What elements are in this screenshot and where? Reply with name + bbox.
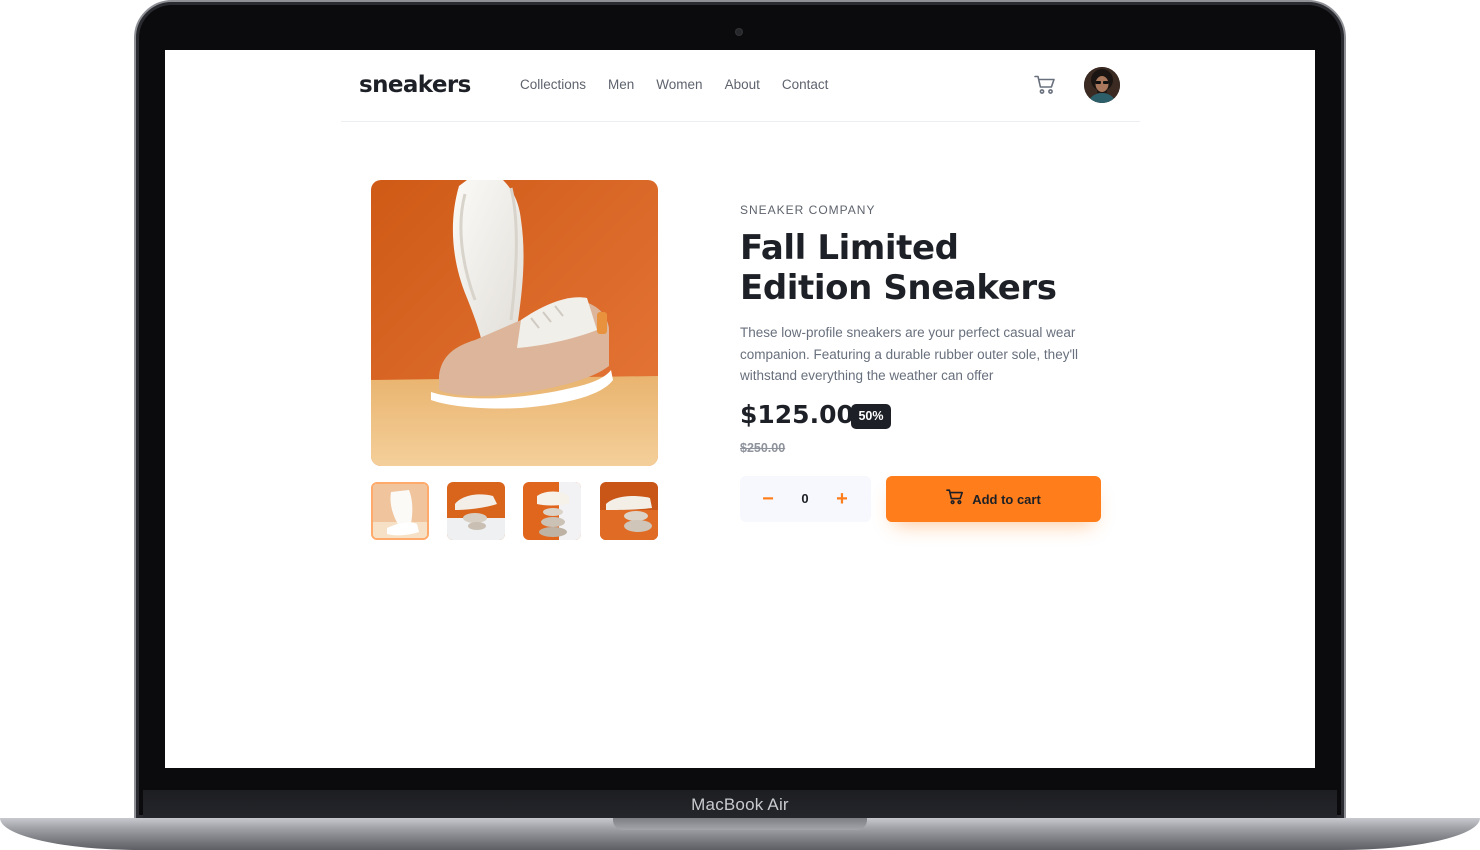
nav-about[interactable]: About — [725, 77, 760, 92]
nav-collections[interactable]: Collections — [520, 77, 586, 92]
site-logo[interactable]: sneakers — [359, 72, 471, 98]
discount-badge: 50% — [851, 404, 891, 429]
thumbnail-3[interactable] — [523, 482, 581, 540]
user-avatar[interactable] — [1084, 67, 1120, 103]
company-name: SNEAKER COMPANY — [740, 203, 876, 217]
nav-women[interactable]: Women — [656, 77, 702, 92]
header-divider — [341, 121, 1140, 122]
original-price: $250.00 — [740, 441, 786, 455]
minus-icon[interactable]: − — [758, 489, 778, 509]
sneaker-main-photo[interactable] — [371, 180, 658, 466]
product-description: These low-profile sneakers are your perf… — [740, 325, 1079, 383]
thumbnail-1[interactable] — [371, 482, 429, 540]
add-to-cart-button[interactable]: Add to cart — [886, 476, 1101, 522]
thumbnail-strip — [371, 482, 659, 540]
thumbnail-4[interactable] — [600, 482, 658, 540]
quantity-value: 0 — [801, 491, 809, 506]
device-label: MacBook Air — [143, 790, 1337, 820]
current-price: $125.00 — [740, 400, 854, 429]
main-nav: Collections Men Women About Contact — [520, 77, 850, 92]
laptop-notch — [613, 818, 867, 830]
nav-men[interactable]: Men — [608, 77, 634, 92]
cart-icon[interactable] — [1034, 75, 1058, 97]
add-to-cart-label: Add to cart — [972, 491, 1041, 507]
browser-viewport: sneakers Collections Men Women About Con… — [165, 50, 1315, 768]
laptop-mockup: sneakers Collections Men Women About Con… — [0, 0, 1480, 850]
camera-dot — [735, 28, 743, 36]
thumbnail-2[interactable] — [447, 482, 505, 540]
nav-contact[interactable]: Contact — [782, 77, 829, 92]
cart-icon — [946, 488, 964, 510]
product-title: Fall Limited Edition Sneakers — [740, 228, 1057, 308]
plus-icon[interactable]: + — [832, 489, 852, 509]
quantity-stepper: − 0 + — [740, 476, 871, 522]
